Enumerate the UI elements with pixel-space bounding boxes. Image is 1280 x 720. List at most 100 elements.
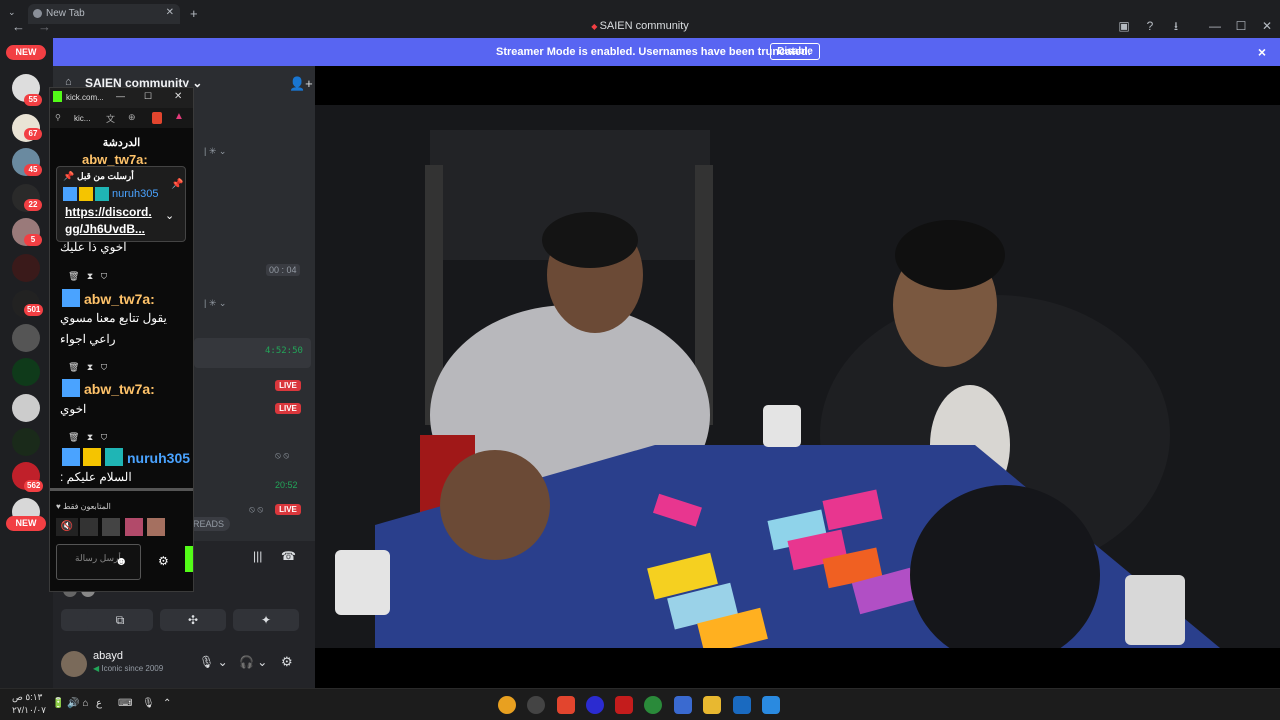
streamer-mode-banner: Streamer Mode is enabled. Usernames have… (53, 38, 1280, 66)
server-icon[interactable] (12, 428, 40, 456)
brave-shield-icon[interactable] (152, 112, 162, 124)
brave-rewards-icon[interactable]: ▲ (174, 111, 184, 122)
back-icon[interactable]: ← (12, 19, 25, 34)
chat-username[interactable]: abw_tw7a: (82, 152, 148, 167)
channel-row-meta: | ✳ ⌄ (204, 146, 227, 156)
screen-share-button[interactable]: ⧉ (87, 609, 153, 631)
headphones-icon[interactable]: 🎧 ⌄ (239, 655, 267, 669)
app-icon[interactable] (498, 696, 516, 714)
server-icon[interactable] (12, 324, 40, 352)
live-badge: LIVE (275, 380, 301, 391)
language-indicator[interactable]: ع (96, 698, 102, 709)
pin-icon: 📌 (63, 171, 75, 181)
brave-browser-icon[interactable] (557, 696, 575, 714)
tab-favicon-icon (33, 9, 42, 18)
chat-scrollbar[interactable] (50, 488, 193, 491)
notification-icons[interactable]: 🔋 🔊 ⌂ (52, 698, 89, 709)
new-tab-icon[interactable]: + (190, 6, 198, 21)
pinned-user[interactable]: nuruh305 (112, 188, 159, 200)
send-button[interactable] (185, 546, 193, 572)
activities-button[interactable]: ✣ (160, 609, 226, 631)
expand-chevron-icon[interactable]: ⌄ (165, 209, 174, 222)
server-icon[interactable] (12, 254, 40, 282)
close-window-button[interactable]: ✕ (1259, 18, 1275, 34)
message-actions[interactable]: 🗑 ⧗ ⛉ (68, 432, 107, 443)
disconnect-icon[interactable]: ☎ (281, 549, 296, 563)
popup-titlebar: kick.com... — ☐ ✕ (50, 88, 193, 108)
chat-username[interactable]: abw_tw7a: (84, 291, 155, 307)
popup-minimize-icon[interactable]: — (116, 91, 125, 101)
mention-badge: 501 (24, 304, 44, 316)
server-icon[interactable] (12, 394, 40, 422)
popup-maximize-icon[interactable]: ☐ (144, 91, 152, 102)
minimize-button[interactable]: — (1207, 18, 1223, 34)
chat-settings-icon[interactable]: ⚙ (158, 554, 169, 568)
popup-short-url: kic... (74, 114, 91, 123)
mention-badge: 55 (24, 94, 42, 106)
tab-close-icon[interactable]: ✕ (166, 7, 174, 18)
mention-badge: 5 (24, 234, 42, 246)
chatter-avatars (80, 518, 172, 538)
stream-timestamp: 20:52 (275, 480, 298, 490)
verified-badge-icon (63, 187, 77, 201)
maximize-button[interactable]: ☐ (1233, 18, 1249, 34)
tab-menu-icon[interactable]: ⌄ (8, 7, 16, 18)
channel-row-meta: | ✳ ⌄ (204, 298, 227, 308)
chat-message: السلام عليكم : (60, 470, 132, 484)
settings-gear-icon[interactable]: ⚙ (281, 654, 293, 670)
popup-url: kick.com... (66, 93, 104, 102)
invite-icon[interactable]: 👤+ (289, 76, 313, 92)
new-unreads-pill[interactable]: NEW (6, 45, 46, 60)
popup-addressbar: ⚲ kic... 文 ⊕ ▲ (50, 108, 193, 128)
avatar[interactable] (61, 651, 87, 677)
download-icon[interactable]: ⭳ (1168, 18, 1184, 34)
mic-tray-icon[interactable]: 🎙 (142, 698, 155, 709)
new-unreads-pill[interactable]: NEW (6, 516, 46, 531)
chat-username[interactable]: nuruh305 (127, 450, 190, 466)
mic-icon[interactable]: 🎙 ⌄ (199, 655, 228, 669)
popup-close-icon[interactable]: ✕ (174, 91, 182, 102)
emote-icon[interactable]: ☻ (115, 554, 128, 568)
translate-icon[interactable]: 文 (106, 112, 115, 125)
inbox-icon[interactable]: ▣ (1116, 18, 1132, 34)
chat-message: يقول تتابع معنا مسوي (60, 311, 167, 325)
streamer-mode-message: Streamer Mode is enabled. Usernames have… (496, 46, 811, 58)
site-settings-icon[interactable]: ⚲ (55, 113, 61, 122)
tray-overflow-icon[interactable]: ⌃ (163, 698, 171, 709)
app-icon[interactable] (527, 696, 545, 714)
banner-close-icon[interactable]: × (1258, 44, 1266, 60)
keyboard-icon[interactable]: ⌨ (118, 698, 132, 709)
muted-icons: ⦸ ⦸ (249, 504, 264, 514)
server-rail: NEW 55 67 45 22 5 501 562 NEW (0, 38, 53, 688)
forward-icon[interactable]: → (38, 19, 51, 34)
clock-date[interactable]: ٢٧/١٠/٠٧ (12, 705, 46, 716)
clock-time[interactable]: ٥:١٣ ص (12, 692, 42, 703)
zoom-icon[interactable]: ⊕ (128, 112, 136, 123)
pinned-message[interactable]: 📌 أرسلت من قبل 📌 nuruh305 https://discor… (56, 166, 186, 242)
stream-timestamp: 4:52:50 (265, 346, 303, 356)
pinned-link-2[interactable]: gg/Jh6UvdB... (65, 222, 145, 236)
kick-logo-icon (53, 91, 62, 102)
server-icon[interactable] (12, 358, 40, 386)
muted-icons: ⦸ ⦸ (275, 450, 290, 460)
app-icon[interactable] (733, 696, 751, 714)
chat-message: اخوي (60, 402, 87, 416)
app-icon[interactable] (615, 696, 633, 714)
app-icon[interactable] (586, 696, 604, 714)
chat-input[interactable]: أرسل رسالة ☻ (56, 544, 141, 580)
pinned-link-1[interactable]: https://discord. (65, 205, 152, 219)
help-icon[interactable]: ? (1142, 18, 1158, 34)
soundboard-icon[interactable]: ||| (253, 549, 262, 563)
live-badge: LIVE (275, 403, 301, 414)
message-actions[interactable]: 🗑 ⧗ ⛉ (68, 271, 107, 282)
file-explorer-icon[interactable] (703, 696, 721, 714)
unpin-icon[interactable]: 📌 (171, 179, 183, 190)
chat-username[interactable]: abw_tw7a: (84, 381, 155, 397)
soundboard-button[interactable]: ✦ (233, 609, 299, 631)
store-icon[interactable] (674, 696, 692, 714)
chrome-icon[interactable] (644, 696, 662, 714)
mute-icon[interactable]: 🔇 (56, 518, 78, 536)
windows-start-icon[interactable] (762, 696, 780, 714)
message-actions[interactable]: 🗑 ⧗ ⛉ (68, 362, 107, 373)
disable-button[interactable]: Disable (770, 43, 820, 60)
